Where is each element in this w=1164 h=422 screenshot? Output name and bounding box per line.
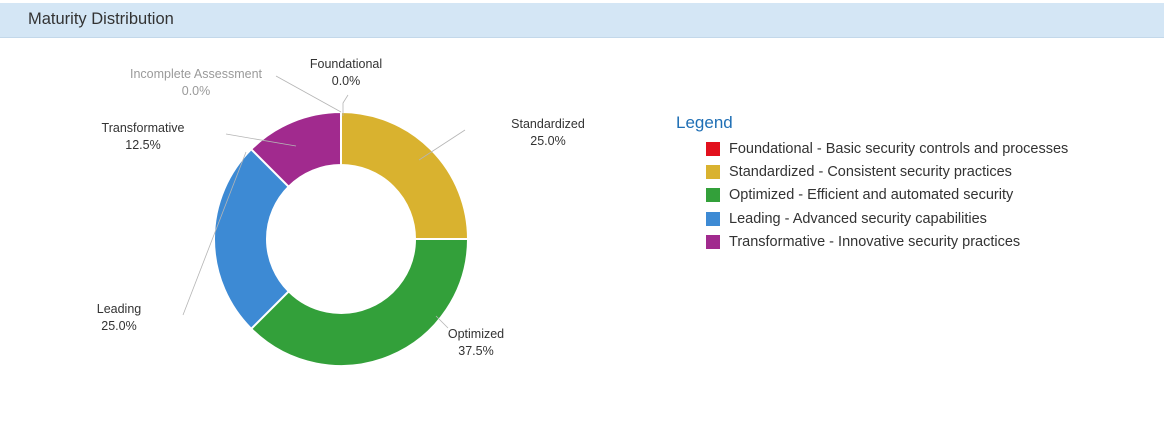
- slice-value-label: 37.5%: [458, 344, 493, 358]
- slice-value-label: 0.0%: [182, 84, 211, 98]
- legend-item-label: Optimized - Efficient and automated secu…: [729, 187, 1014, 204]
- slice-category-label: Leading: [97, 302, 142, 316]
- legend-item[interactable]: Optimized - Efficient and automated secu…: [706, 184, 1068, 207]
- slice-category-label: Transformative: [102, 121, 185, 135]
- legend-swatch: [706, 234, 720, 249]
- legend-swatch: [706, 164, 720, 179]
- legend-swatch: [706, 141, 720, 156]
- legend-list: Foundational - Basic security controls a…: [676, 137, 1068, 253]
- legend-item[interactable]: Transformative - Innovative security pra…: [706, 230, 1068, 253]
- legend-item-label: Foundational - Basic security controls a…: [729, 140, 1069, 157]
- legend-item-label: Standardized - Consistent security pract…: [729, 163, 1012, 180]
- legend-swatch: [706, 188, 720, 203]
- slice-category-label: Foundational: [310, 57, 382, 71]
- slice-value-label: 12.5%: [125, 138, 160, 152]
- donut-hole: [268, 166, 414, 312]
- legend-item-label: Transformative - Innovative security pra…: [729, 233, 1021, 250]
- slice-value-label: 25.0%: [101, 319, 136, 333]
- slice-value-label: 25.0%: [530, 134, 565, 148]
- slice-category-label: Optimized: [448, 327, 504, 341]
- legend-swatch: [706, 211, 720, 226]
- donut-slices: [212, 110, 470, 367]
- legend-item[interactable]: Standardized - Consistent security pract…: [706, 160, 1068, 183]
- slice-value-label: 0.0%: [332, 74, 361, 88]
- slice-category-label: Standardized: [511, 117, 585, 131]
- maturity-donut-chart: Foundational 0.0% Standardized 25.0% Optimiz…: [97, 57, 585, 367]
- chart-legend: Legend Foundational - Basic security con…: [676, 113, 1068, 253]
- slice-category-label: Incomplete Assessment: [130, 67, 263, 81]
- legend-item[interactable]: Foundational - Basic security controls a…: [706, 137, 1068, 160]
- legend-item-label: Leading - Advanced security capabilities: [729, 210, 987, 227]
- legend-title: Legend: [676, 113, 733, 132]
- legend-item[interactable]: Leading - Advanced security capabilities: [706, 207, 1068, 230]
